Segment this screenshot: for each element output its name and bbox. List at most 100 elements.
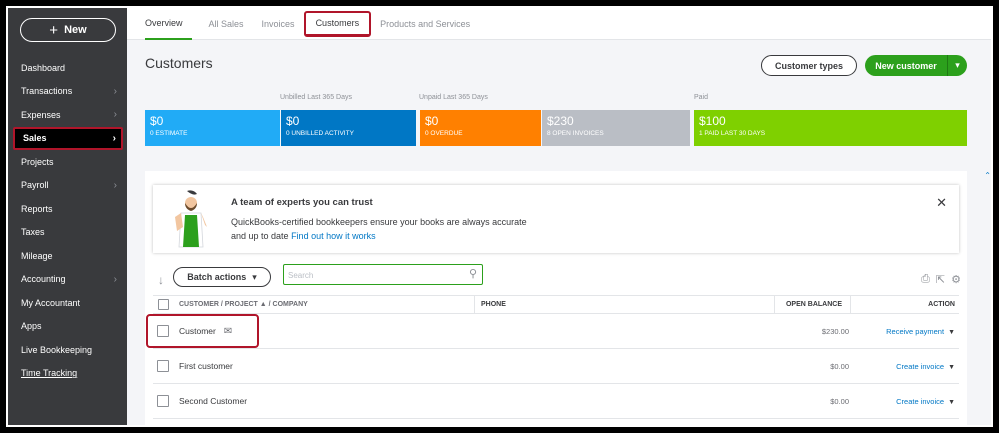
sidebar-item-payroll[interactable]: Payroll › (8, 174, 127, 198)
caret-down-icon[interactable]: ▼ (948, 364, 955, 371)
paid-subtitle: 1 PAID LAST 30 DAYS (699, 130, 766, 137)
sidebar-item-accounting[interactable]: Accounting › (8, 268, 127, 292)
chevron-up-icon[interactable]: ⌃ (984, 171, 991, 180)
sidebar-item-projects[interactable]: Projects (8, 150, 127, 174)
new-button[interactable]: + New (20, 18, 116, 42)
unbilled-subtitle: 0 UNBILLED ACTIVITY (286, 130, 354, 137)
promo-line-1: QuickBooks-certified bookkeepers ensure … (231, 217, 527, 227)
batch-actions-button[interactable]: Batch actions ▾ (173, 267, 271, 287)
column-header-open-balance[interactable]: OPEN BALANCE (775, 296, 851, 313)
tab-customers[interactable]: Customers (303, 10, 372, 37)
sidebar: + New Dashboard Transactions › Expenses › … (8, 8, 127, 425)
search-box: ⚲ (283, 264, 483, 285)
table-row: First customer $0.00 Create invoice ▼ (153, 349, 959, 384)
sidebar-item-time-tracking[interactable]: Time Tracking (8, 362, 127, 386)
chevron-right-icon: › (112, 132, 116, 144)
column-header-customer[interactable]: CUSTOMER / PROJECT ▲ / COMPANY (169, 296, 475, 313)
highlight-box (146, 314, 259, 348)
promo-line-2: and up to date (231, 231, 292, 241)
customers-table: CUSTOMER / PROJECT ▲ / COMPANY PHONE OPE… (146, 295, 959, 419)
chevron-right-icon: › (113, 85, 117, 97)
sidebar-item-apps[interactable]: Apps (8, 315, 127, 339)
close-icon[interactable]: ✕ (936, 195, 947, 211)
sidebar-item-label: Mileage (21, 250, 53, 261)
tab-overview[interactable]: Overview (145, 8, 192, 40)
customer-name-link[interactable]: First customer (179, 361, 233, 371)
search-input[interactable] (284, 267, 454, 284)
column-header-phone[interactable]: PHONE (475, 296, 775, 313)
unpaid-label: Unpaid Last 365 Days (419, 94, 488, 101)
chevron-right-icon: › (113, 179, 117, 191)
row-action: Create invoice ▼ (857, 362, 959, 371)
sidebar-item-mileage[interactable]: Mileage (8, 244, 127, 268)
sidebar-item-taxes[interactable]: Taxes (8, 221, 127, 245)
batch-actions-label: Batch actions (187, 272, 247, 282)
customers-card: A team of experts you can trust QuickBoo… (145, 171, 967, 425)
sidebar-item-label: Accounting (21, 274, 66, 285)
unbilled-segment[interactable]: $0 0 UNBILLED ACTIVITY (281, 110, 416, 146)
chevron-down-icon[interactable]: ▾ (947, 55, 967, 76)
customer-types-button[interactable]: Customer types (761, 55, 857, 76)
unbilled-amount: $0 (286, 114, 300, 128)
paid-label: Paid (694, 94, 709, 101)
open-balance-cell: $0.00 (830, 361, 849, 371)
row-checkbox[interactable] (157, 360, 169, 372)
chevron-right-icon: › (113, 109, 117, 121)
chevron-right-icon: › (113, 273, 117, 285)
sidebar-item-dashboard[interactable]: Dashboard (8, 56, 127, 80)
export-icon[interactable]: ⇱ (936, 273, 945, 286)
sidebar-item-label: Reports (21, 203, 53, 214)
caret-down-icon[interactable]: ▼ (948, 399, 955, 406)
sales-tabs: Overview All Sales Invoices Customers Pr… (127, 8, 991, 40)
receive-payment-link[interactable]: Receive payment (886, 327, 944, 336)
search-icon: ⚲ (468, 268, 477, 280)
row-checkbox[interactable] (157, 395, 169, 407)
money-bar: Unbilled Last 365 Days Unpaid Last 365 D… (145, 94, 967, 146)
estimate-amount: $0 (150, 114, 164, 128)
column-header-action: ACTION (928, 301, 955, 308)
sidebar-item-reports[interactable]: Reports (8, 197, 127, 221)
new-customer-button[interactable]: New customer ▾ (865, 55, 967, 76)
page-header: Customers Customer types New customer ▾ (127, 40, 991, 94)
customer-name-cell: First customer (169, 361, 475, 371)
sidebar-item-transactions[interactable]: Transactions › (8, 80, 127, 104)
promo-title: A team of experts you can trust (231, 197, 373, 208)
sidebar-item-sales[interactable]: Sales › (13, 126, 123, 150)
overdue-subtitle: 0 OVERDUE (425, 130, 463, 137)
tab-all-sales[interactable]: All Sales (200, 8, 253, 40)
promo-link[interactable]: Find out how it works (291, 231, 376, 241)
create-invoice-link[interactable]: Create invoice (896, 362, 944, 371)
customer-name-link[interactable]: Second Customer (179, 396, 247, 406)
table-header: CUSTOMER / PROJECT ▲ / COMPANY PHONE OPE… (153, 295, 959, 314)
caret-down-icon[interactable]: ▼ (948, 329, 955, 336)
row-action: Create invoice ▼ (857, 397, 959, 406)
sidebar-item-label: Payroll (21, 180, 49, 191)
new-customer-label: New customer (875, 60, 937, 71)
sort-arrow-icon[interactable]: ↓ (158, 273, 164, 287)
paid-segment[interactable]: $100 1 PAID LAST 30 DAYS (694, 110, 967, 146)
print-icon[interactable]: ⎙ (921, 273, 930, 286)
caret-down-icon: ▾ (252, 271, 257, 282)
create-invoice-link[interactable]: Create invoice (896, 397, 944, 406)
open-invoices-subtitle: 8 OPEN INVOICES (547, 130, 604, 137)
tab-invoices[interactable]: Invoices (253, 8, 304, 40)
gear-icon[interactable]: ⚙ (951, 273, 961, 286)
sidebar-item-label: Time Tracking (21, 368, 78, 379)
sidebar-item-label: Live Bookkeeping (21, 344, 93, 355)
estimate-subtitle: 0 ESTIMATE (150, 130, 188, 137)
sidebar-item-live-bookkeeping[interactable]: Live Bookkeeping (8, 338, 127, 362)
promo-text: QuickBooks-certified bookkeepers ensure … (231, 215, 571, 243)
estimate-segment[interactable]: $0 0 ESTIMATE (145, 110, 280, 146)
sidebar-item-my-accountant[interactable]: My Accountant (8, 291, 127, 315)
overdue-segment[interactable]: $0 0 OVERDUE (420, 110, 541, 146)
tab-products-and-services[interactable]: Products and Services (371, 8, 479, 40)
scrollbar[interactable]: ⌃ (983, 171, 991, 425)
sidebar-nav: Dashboard Transactions › Expenses › Sales ›… (8, 56, 127, 385)
open-balance-cell: $0.00 (830, 396, 849, 406)
select-all-checkbox[interactable] (158, 299, 169, 310)
paid-amount: $100 (699, 114, 726, 128)
app-window: + New Dashboard Transactions › Expenses › … (8, 8, 991, 425)
sidebar-item-expenses[interactable]: Expenses › (8, 103, 127, 127)
open-invoices-segment[interactable]: $230 8 OPEN INVOICES (542, 110, 690, 146)
table-toolbar: ↓ Batch actions ▾ ⚲ ⎙ ⇱ ⚙ (145, 263, 967, 291)
